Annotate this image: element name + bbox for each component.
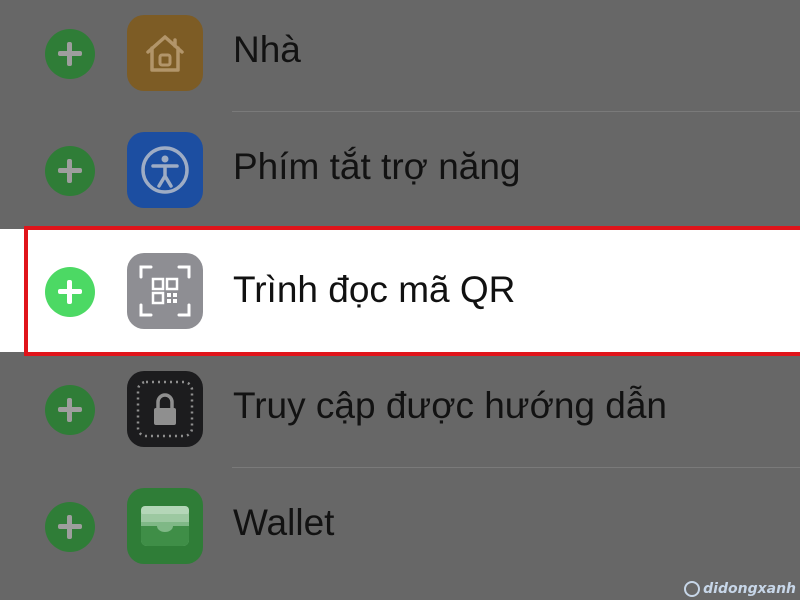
list-item-label: Trình đọc mã QR (233, 269, 516, 310)
list-item-qr-reader: Trình đọc mã QR (0, 229, 800, 352)
wallet-icon (127, 488, 203, 564)
home-icon (127, 15, 203, 91)
add-qr-reader-button[interactable] (45, 267, 95, 317)
list-item-label: Wallet (233, 502, 335, 543)
qr-code-icon (127, 253, 203, 329)
list-item-label: Truy cập được hướng dẫn (233, 385, 668, 426)
add-home-button[interactable] (45, 29, 95, 79)
list-item-wallet: Wallet (0, 468, 800, 585)
add-guided-access-button[interactable] (45, 385, 95, 435)
lock-icon (127, 371, 203, 447)
accessibility-icon (127, 132, 203, 208)
watermark-logo-icon (684, 581, 701, 597)
add-accessibility-shortcut-button[interactable] (45, 146, 95, 196)
list-item-accessibility-shortcut: Phím tắt trợ năng (0, 112, 800, 229)
watermark: didongxanh (684, 580, 796, 598)
control-center-customize-list: Nhà Phím tắt trợ năng Trình đọc mã QR Tr… (0, 0, 800, 600)
watermark-text: didongxanh (703, 581, 796, 597)
list-item-label: Phím tắt trợ năng (233, 146, 521, 187)
list-item-guided-access: Truy cập được hướng dẫn (0, 351, 800, 468)
add-wallet-button[interactable] (45, 502, 95, 552)
list-item-home: Nhà (0, 0, 800, 112)
list-item-label: Nhà (233, 29, 301, 70)
